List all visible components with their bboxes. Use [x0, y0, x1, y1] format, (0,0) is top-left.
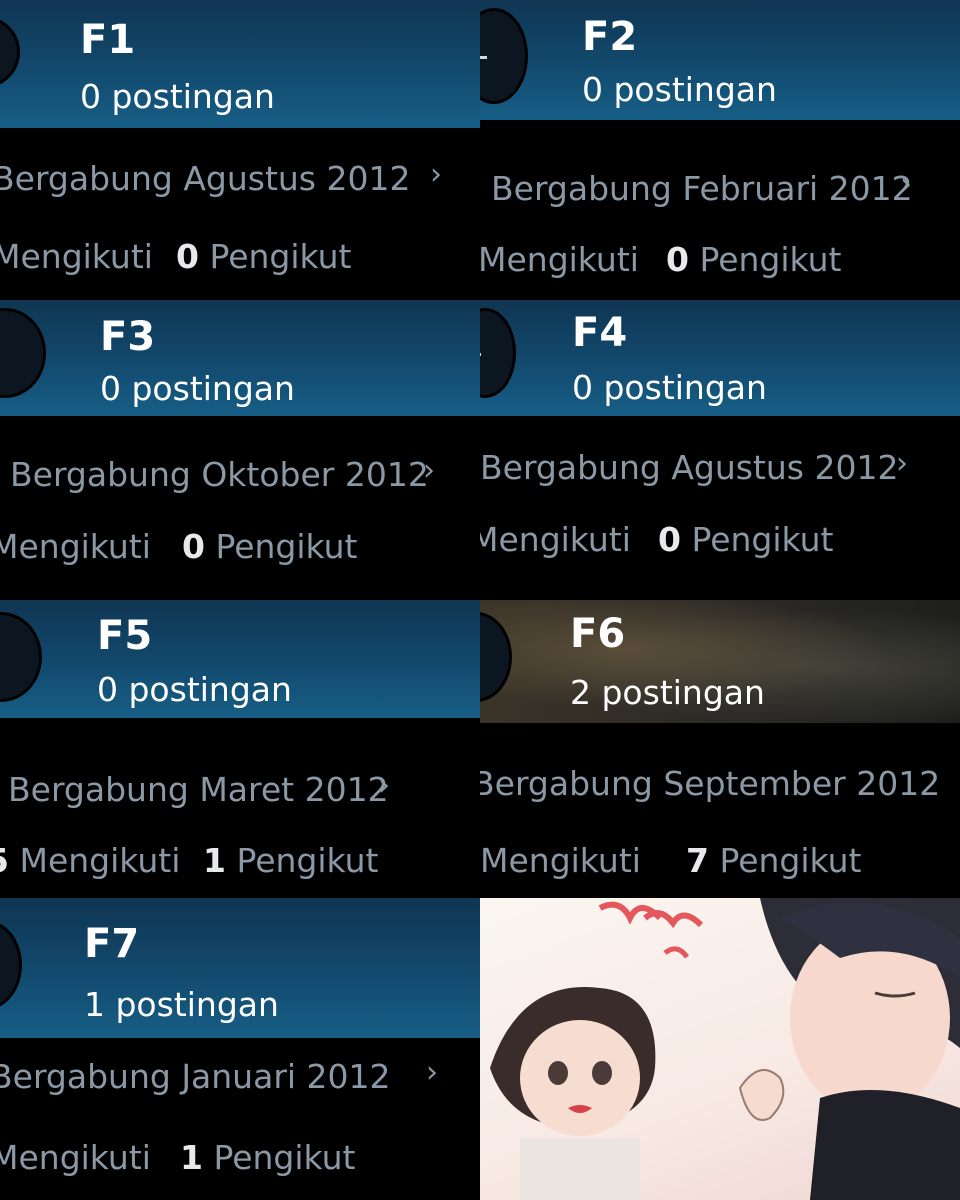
profile-name: F6 [570, 611, 626, 657]
join-date[interactable]: Bergabung Maret 2012 [8, 773, 389, 806]
manga-illustration [480, 898, 960, 1200]
post-count: 0 postingan [97, 670, 292, 709]
followers-link[interactable]: 0 Pengikut [176, 240, 351, 273]
profile-name: F4 [572, 310, 628, 356]
profile-name: F5 [97, 613, 153, 659]
followers-link[interactable]: 7 Pengikut [686, 844, 861, 877]
chevron-right-icon[interactable]: › [423, 456, 435, 486]
join-date[interactable]: Bergabung September 2012 [480, 767, 940, 800]
following-link[interactable]: Mengikuti [0, 1141, 151, 1174]
join-date[interactable]: Bergabung Oktober 2012 [10, 458, 429, 491]
post-count: 0 postingan [572, 368, 767, 407]
post-count: 2 postingan [570, 673, 765, 712]
join-date[interactable]: Bergabung Agustus 2012 [480, 451, 898, 484]
profile-name: F1 [80, 17, 136, 63]
profile-card-f5: F5 0 postingan Bergabung Maret 2012 › 5 … [0, 600, 480, 898]
profile-card-f7: F7 1 postingan Bergabung Januari 2012 › … [0, 898, 480, 1200]
profile-name: F7 [84, 921, 140, 967]
followers-link[interactable]: 0 Pengikut [666, 243, 841, 276]
chevron-right-icon[interactable]: › [426, 1058, 438, 1088]
chevron-right-icon[interactable]: › [430, 160, 442, 190]
profile-name: F2 [582, 14, 638, 60]
following-link[interactable]: Mengikuti [480, 844, 641, 877]
following-link[interactable]: Mengikuti [0, 240, 153, 273]
followers-link[interactable]: 0 Pengikut [182, 530, 357, 563]
post-count: 0 postingan [582, 70, 777, 109]
followers-link[interactable]: 1 Pengikut [180, 1141, 355, 1174]
profile-card-f4: F4 0 postingan Bergabung Agustus 2012 › … [480, 300, 960, 600]
chevron-right-icon[interactable]: › [896, 449, 908, 479]
following-link[interactable]: Mengikuti [0, 530, 151, 563]
followers-link[interactable]: 1 Pengikut [203, 844, 378, 877]
illustration-graphic [490, 898, 960, 1200]
join-date[interactable]: Bergabung Februari 2012 [491, 172, 913, 205]
join-date[interactable]: Bergabung Agustus 2012 [0, 162, 410, 195]
profile-name: F3 [100, 314, 156, 360]
following-link[interactable]: Mengikuti [480, 243, 639, 276]
profile-card-f3: F3 0 postingan Bergabung Oktober 2012 › … [0, 300, 480, 600]
followers-link[interactable]: 0 Pengikut [658, 523, 833, 556]
profile-card-f1: F1 0 postingan Bergabung Agustus 2012 › … [0, 0, 480, 300]
chevron-right-icon[interactable]: › [900, 170, 912, 200]
join-date[interactable]: Bergabung Januari 2012 [0, 1060, 391, 1093]
chevron-right-icon[interactable]: › [378, 771, 390, 801]
profile-card-f6: F6 2 postingan Bergabung September 2012 … [480, 600, 960, 898]
following-link[interactable]: 5 Mengikuti [0, 844, 180, 877]
post-count: 0 postingan [100, 369, 295, 408]
profile-card-f2: F2 0 postingan Bergabung Februari 2012 ›… [480, 0, 960, 300]
following-link[interactable]: Mengikuti [480, 523, 631, 556]
post-count: 0 postingan [80, 77, 275, 116]
post-count: 1 postingan [84, 985, 279, 1024]
